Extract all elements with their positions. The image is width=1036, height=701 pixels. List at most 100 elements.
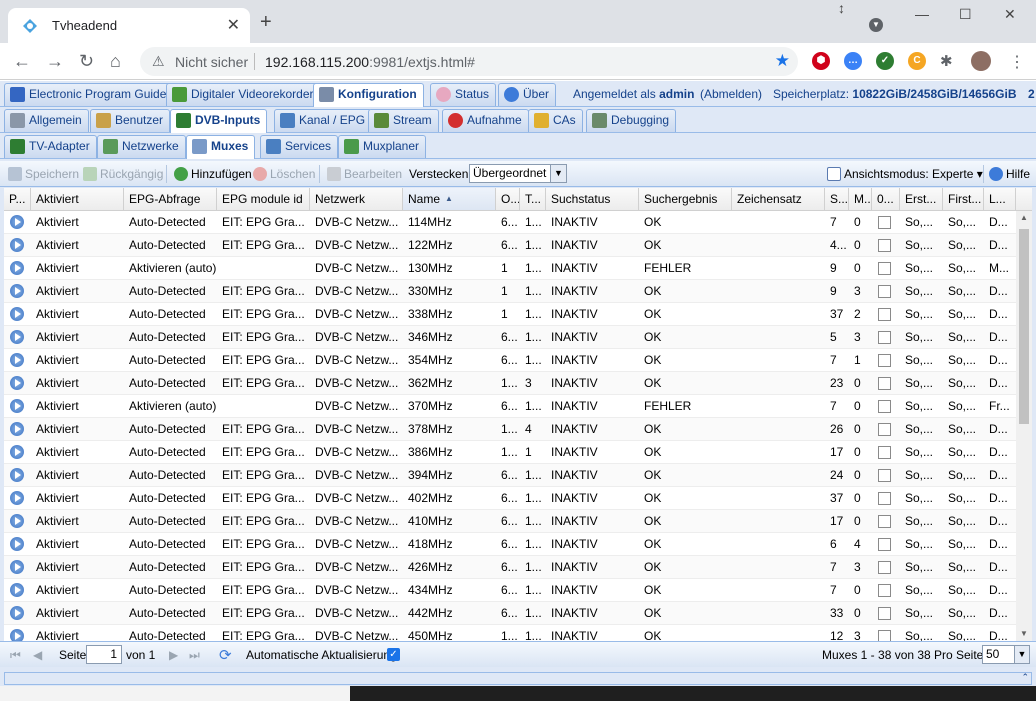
table-row[interactable]: Aktiviert Auto-Detected EIT: EPG Gra... DVB… [4, 487, 1016, 510]
extensions-puzzle-icon[interactable]: ✱ [940, 52, 953, 70]
play-icon[interactable] [10, 468, 24, 482]
vertical-scrollbar[interactable]: ▲ ▼ [1016, 211, 1032, 641]
play-icon[interactable] [10, 330, 24, 344]
last-page-icon[interactable]: ⏭ [189, 648, 200, 663]
table-row[interactable]: Aktiviert Auto-Detected EIT: EPG Gra... DVB… [4, 349, 1016, 372]
tab-networks[interactable]: Netzwerke [97, 135, 186, 158]
play-icon[interactable] [10, 215, 24, 229]
view-mode-button[interactable]: Ansichtsmodus: Experte ▾ [827, 167, 983, 181]
security-label[interactable]: Nicht sicher [175, 54, 248, 70]
adblock-extension-icon[interactable]: ⬢ [812, 52, 830, 70]
bookmark-star-icon[interactable]: ★ [775, 51, 790, 71]
row-checkbox[interactable] [878, 561, 891, 574]
table-row[interactable]: Aktiviert Auto-Detected EIT: EPG Gra... DVB… [4, 418, 1016, 441]
header-col-0[interactable]: 0... [872, 188, 900, 210]
chevron-down-icon[interactable]: ▼ [550, 165, 566, 182]
profile-dropdown-icon[interactable]: ▼ [869, 18, 883, 32]
play-icon[interactable] [10, 491, 24, 505]
header-col-l[interactable]: L... [984, 188, 1016, 210]
play-icon[interactable] [10, 284, 24, 298]
header-col-o[interactable]: O... [496, 188, 520, 210]
chevron-down-icon[interactable]: ▼ [1014, 646, 1029, 663]
table-row[interactable]: Aktiviert Aktivieren (auto) DVB-C Netzw...… [4, 257, 1016, 280]
tab-debugging[interactable]: Debugging [586, 109, 677, 132]
header-col-scan-status[interactable]: Suchstatus [546, 188, 639, 210]
play-icon[interactable] [10, 583, 24, 597]
tab-muxplanner[interactable]: Muxplaner [338, 135, 427, 158]
header-col-enabled[interactable]: Aktiviert [31, 188, 124, 210]
tab-configuration[interactable]: Konfiguration [313, 83, 424, 107]
play-icon[interactable] [10, 606, 24, 620]
first-page-icon[interactable]: ⏮ [10, 648, 21, 663]
play-icon[interactable] [10, 537, 24, 551]
table-row[interactable]: Aktiviert Auto-Detected EIT: EPG Gra... DVB… [4, 579, 1016, 602]
per-page-select[interactable]: 50 ▼ [982, 645, 1030, 664]
row-checkbox[interactable] [878, 607, 891, 620]
table-row[interactable]: Aktiviert Auto-Detected EIT: EPG Gra... DVB… [4, 280, 1016, 303]
tab-epg[interactable]: Electronic Program Guide [4, 83, 174, 106]
row-checkbox[interactable] [878, 285, 891, 298]
row-checkbox[interactable] [878, 446, 891, 459]
play-icon[interactable] [10, 445, 24, 459]
chat-extension-icon[interactable]: … [844, 52, 862, 70]
table-row[interactable]: Aktiviert Auto-Detected EIT: EPG Gra... DVB… [4, 556, 1016, 579]
new-tab-icon[interactable]: + [260, 12, 272, 32]
row-checkbox[interactable] [878, 308, 891, 321]
row-checkbox[interactable] [878, 377, 891, 390]
logout-link[interactable]: (Abmelden) [700, 87, 762, 101]
row-checkbox[interactable] [878, 515, 891, 528]
close-tab-icon[interactable]: ✕ [227, 15, 240, 35]
row-checkbox[interactable] [878, 216, 891, 229]
table-row[interactable]: Aktiviert Auto-Detected EIT: EPG Gra... DVB… [4, 533, 1016, 556]
play-icon[interactable] [10, 353, 24, 367]
row-checkbox[interactable] [878, 423, 891, 436]
sort-asc-icon[interactable]: ▲ [445, 194, 453, 203]
save-button[interactable]: Speichern [8, 167, 79, 181]
coupon-extension-icon[interactable]: C [908, 52, 926, 70]
maximize-icon[interactable]: ☐ [959, 6, 972, 23]
header-col-charset[interactable]: Zeichensatz [732, 188, 825, 210]
tab-status[interactable]: Status [430, 83, 497, 106]
next-page-icon[interactable]: ▶ [169, 648, 178, 662]
tab-recording[interactable]: Aufnahme [442, 109, 529, 132]
expand-icon[interactable]: ⌃ [1021, 672, 1029, 683]
scroll-down-icon[interactable]: ▼ [1020, 629, 1028, 638]
tab-users[interactable]: Benutzer [90, 109, 171, 132]
table-row[interactable]: Aktiviert Aktivieren (auto) DVB-C Netzw...… [4, 395, 1016, 418]
play-icon[interactable] [10, 238, 24, 252]
row-checkbox[interactable] [878, 331, 891, 344]
add-button[interactable]: Hinzufügen [174, 167, 252, 181]
taskbar-search-area[interactable] [0, 686, 350, 701]
warning-icon[interactable]: ⚠ [152, 53, 165, 70]
header-col-s[interactable]: S... [825, 188, 849, 210]
play-icon[interactable] [10, 376, 24, 390]
reload-icon[interactable]: ↻ [79, 51, 94, 71]
play-icon[interactable] [10, 307, 24, 321]
undo-button[interactable]: Rückgängig [83, 167, 163, 181]
browser-menu-icon[interactable]: ⋮ [1009, 52, 1025, 72]
header-col-network[interactable]: Netzwerk [310, 188, 403, 210]
tab-dvb-inputs[interactable]: DVB-Inputs [170, 109, 268, 133]
header-col-first-seen[interactable]: First... [943, 188, 984, 210]
row-checkbox[interactable] [878, 538, 891, 551]
header-col-m[interactable]: M... [849, 188, 872, 210]
url-text[interactable]: 192.168.115.200:9981/extjs.html# [265, 54, 475, 70]
tab-channel-epg[interactable]: Kanal / EPG [274, 109, 373, 132]
auto-refresh-checkbox[interactable]: ✓ [387, 648, 400, 661]
table-row[interactable]: Aktiviert Auto-Detected EIT: EPG Gra... DVB… [4, 510, 1016, 533]
row-checkbox[interactable] [878, 469, 891, 482]
row-checkbox[interactable] [878, 492, 891, 505]
tab-cas[interactable]: CAs [528, 109, 583, 132]
hide-select[interactable]: Übergeordnet d ▼ [469, 164, 567, 183]
tab-dvr[interactable]: Digitaler Videorekorder [166, 83, 321, 106]
tab-about[interactable]: Über [498, 83, 557, 106]
row-checkbox[interactable] [878, 630, 891, 641]
table-row[interactable]: Aktiviert Auto-Detected EIT: EPG Gra... DVB… [4, 372, 1016, 395]
tab-muxes[interactable]: Muxes [186, 135, 256, 159]
header-col-first[interactable]: Erst... [900, 188, 943, 210]
table-row[interactable]: Aktiviert Auto-Detected EIT: EPG Gra... DVB… [4, 211, 1016, 234]
table-row[interactable]: Aktiviert Auto-Detected EIT: EPG Gra... DVB… [4, 441, 1016, 464]
prev-page-icon[interactable]: ◀ [33, 648, 42, 662]
row-checkbox[interactable] [878, 354, 891, 367]
header-col-epg-query[interactable]: EPG-Abfrage [124, 188, 217, 210]
